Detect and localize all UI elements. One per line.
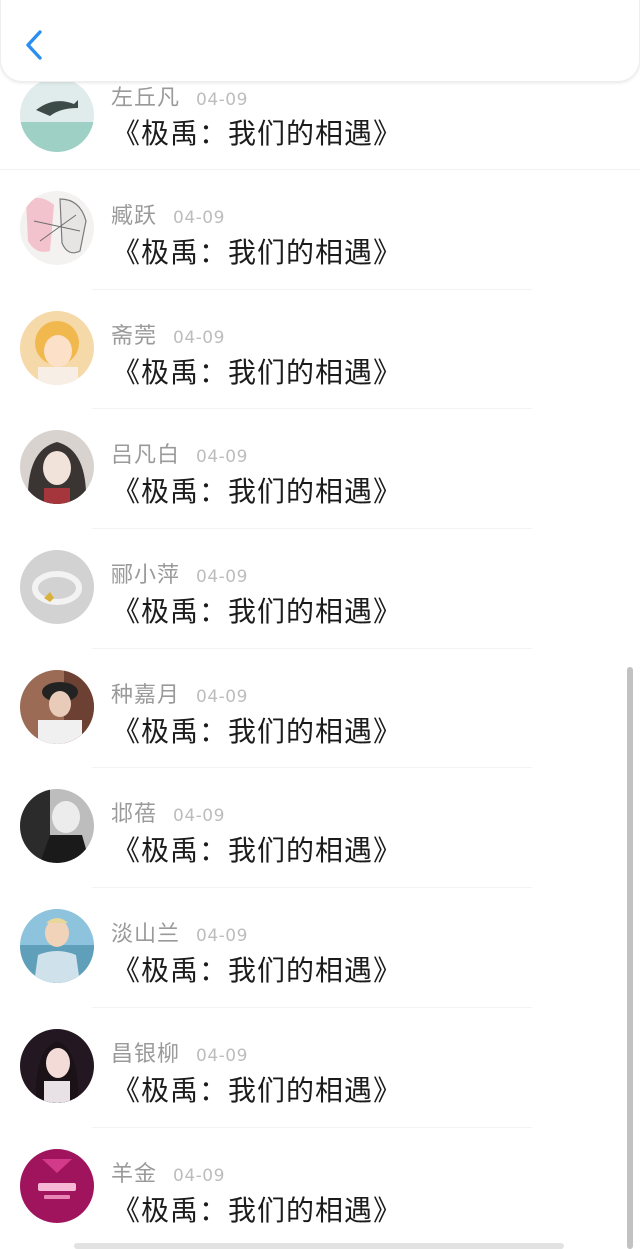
meta: 斋莞 04-09 [111, 318, 225, 350]
user-name[interactable]: 郦小萍 [111, 557, 180, 589]
avatar[interactable] [20, 909, 94, 984]
horizontal-scrollbar[interactable] [74, 1243, 564, 1249]
date: 04-09 [173, 806, 225, 827]
list-item[interactable]: 左丘凡 04-09 《极禹：我们的相遇》 [0, 68, 640, 170]
user-name[interactable]: 种嘉月 [111, 677, 180, 709]
date: 04-09 [173, 208, 225, 228]
meta: 羊金 04-09 [111, 1156, 225, 1188]
list-item[interactable]: 斋莞 04-09 《极禹：我们的相遇》 [0, 290, 640, 410]
vertical-scrollbar[interactable] [627, 667, 633, 1249]
list-item[interactable]: 臧跃 04-09 《极禹：我们的相遇》 [0, 170, 640, 290]
title[interactable]: 《极禹：我们的相遇》 [112, 470, 402, 510]
date: 04-09 [196, 686, 248, 707]
list-item[interactable]: 郦小萍 04-09 《极禹：我们的相遇》 [0, 529, 640, 649]
date: 04-09 [196, 926, 248, 947]
date: 04-09 [196, 567, 248, 588]
title[interactable]: 《极禹：我们的相遇》 [112, 112, 402, 152]
list-item[interactable]: 邶蓓 04-09 《极禹：我们的相遇》 [0, 768, 640, 889]
date: 04-09 [196, 447, 248, 468]
list-item[interactable]: 种嘉月 04-09 《极禹：我们的相遇》 [0, 649, 640, 769]
meta: 臧跃 04-09 [111, 198, 225, 230]
avatar[interactable] [20, 191, 94, 265]
avatar[interactable] [20, 1148, 94, 1223]
date: 04-09 [173, 327, 225, 348]
comment-list: 左丘凡 04-09 《极禹：我们的相遇》 臧跃 04-09 《极禹：我们的相遇》 [0, 68, 640, 1247]
user-name[interactable]: 左丘凡 [111, 80, 180, 112]
meta: 种嘉月 04-09 [111, 677, 248, 709]
user-name[interactable]: 昌银柳 [111, 1036, 180, 1068]
title[interactable]: 《极禹：我们的相遇》 [112, 1189, 402, 1229]
title[interactable]: 《极禹：我们的相遇》 [112, 1069, 402, 1109]
date: 04-09 [173, 1165, 225, 1186]
avatar[interactable] [20, 789, 94, 864]
avatar[interactable] [20, 669, 94, 744]
meta: 郦小萍 04-09 [111, 557, 248, 589]
avatar[interactable] [20, 78, 94, 152]
user-name[interactable]: 臧跃 [111, 198, 157, 230]
list-item[interactable]: 淡山兰 04-09 《极禹：我们的相遇》 [0, 888, 640, 1008]
user-name[interactable]: 斋莞 [111, 318, 157, 350]
meta: 左丘凡 04-09 [111, 80, 248, 112]
title[interactable]: 《极禹：我们的相遇》 [112, 351, 402, 391]
back-button[interactable] [17, 26, 53, 64]
list-item[interactable]: 昌银柳 04-09 《极禹：我们的相遇》 [0, 1008, 640, 1128]
avatar[interactable] [20, 550, 94, 625]
title[interactable]: 《极禹：我们的相遇》 [112, 949, 402, 989]
user-name[interactable]: 淡山兰 [111, 916, 180, 948]
meta: 邶蓓 04-09 [111, 796, 225, 828]
list-item[interactable]: 吕凡白 04-09 《极禹：我们的相遇》 [0, 409, 640, 530]
user-name[interactable]: 邶蓓 [111, 796, 157, 828]
title[interactable]: 《极禹：我们的相遇》 [112, 710, 402, 750]
user-name[interactable]: 羊金 [111, 1156, 157, 1188]
title[interactable]: 《极禹：我们的相遇》 [112, 231, 402, 271]
meta: 吕凡白 04-09 [111, 437, 248, 469]
user-name[interactable]: 吕凡白 [111, 437, 180, 469]
chevron-left-icon [26, 30, 42, 60]
avatar[interactable] [20, 1028, 94, 1103]
top-bar [0, 0, 640, 82]
avatar[interactable] [20, 430, 94, 505]
title[interactable]: 《极禹：我们的相遇》 [112, 829, 402, 869]
meta: 淡山兰 04-09 [111, 916, 248, 948]
list-item[interactable]: 羊金 04-09 《极禹：我们的相遇》 [0, 1128, 640, 1248]
meta: 昌银柳 04-09 [111, 1036, 248, 1068]
date: 04-09 [196, 90, 248, 110]
date: 04-09 [196, 1045, 248, 1066]
title[interactable]: 《极禹：我们的相遇》 [112, 590, 402, 630]
avatar[interactable] [20, 310, 94, 385]
